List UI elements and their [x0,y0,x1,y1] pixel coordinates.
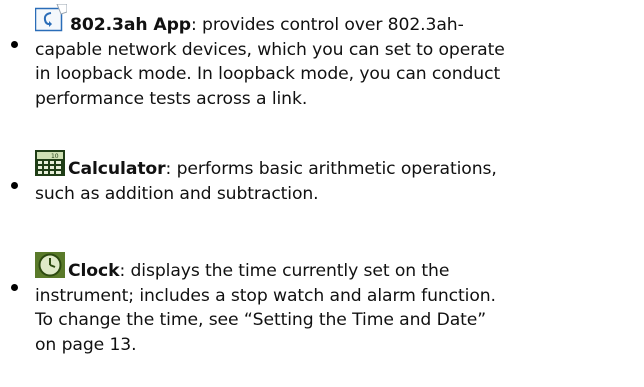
item-line-3: in loopback mode. In loopback mode, you … [35,64,501,84]
item-title: Clock [68,261,120,281]
item-title: Calculator [68,159,166,179]
item-line-2: such as addition and subtraction. [35,183,319,204]
clock-icon [35,252,65,278]
item-line-2: capable network devices, which you can s… [35,39,505,60]
bullet [11,284,18,291]
item-description: : performs basic arithmetic operations, [165,159,497,179]
item-description: : provides control over 802.3ah- [191,15,464,35]
item-line-1: Clock: displays the time currently set o… [35,252,595,284]
item-line-3: To change the time, see “Setting the Tim… [35,310,487,330]
bullet [11,41,18,48]
svg-text:10: 10 [51,153,59,160]
item-line-4: on page 13. [35,334,137,355]
item-line-1: 10 Calculator: performs basic arithmetic… [35,150,595,182]
bullet [11,182,18,189]
calculator-icon: 10 [35,150,65,176]
loopback-app-icon [35,4,67,32]
document-page: 802.3ah App: provides control over 802.3… [0,0,644,387]
item-title: 802.3ah App [70,15,191,35]
item-line-1: 802.3ah App: provides control over 802.3… [35,4,595,38]
item-description: : displays the time currently set on the [119,261,450,281]
item-line-2: instrument; includes a stop watch and al… [35,285,496,306]
item-line-4: performance tests across a link. [35,88,308,109]
